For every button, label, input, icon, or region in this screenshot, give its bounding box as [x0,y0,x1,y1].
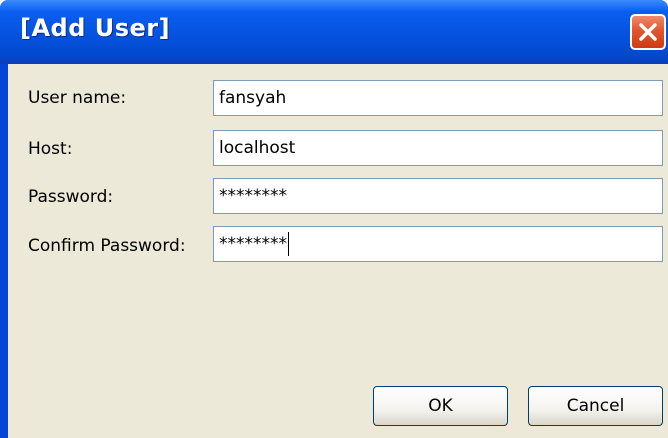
text-caret [288,232,289,256]
confirm-password-field[interactable]: ******** [213,226,663,262]
host-value: localhost [219,138,296,158]
dialog-body: User name: fansyah Host: localhost Passw… [8,64,668,438]
host-field[interactable]: localhost [213,130,663,166]
cancel-button[interactable]: Cancel [528,386,663,426]
user-name-label: User name: [28,88,127,108]
user-name-value: fansyah [219,88,287,108]
close-button[interactable] [630,14,666,50]
user-name-field[interactable]: fansyah [213,80,663,116]
add-user-dialog: [Add User] User name: fansyah Host: loca… [0,0,668,438]
password-value: ******** [219,186,287,206]
title-bar[interactable]: [Add User] [0,0,668,64]
ok-button[interactable]: OK [373,386,508,426]
password-label: Password: [28,187,114,207]
close-icon [639,23,657,41]
window-title: [Add User] [20,14,171,42]
host-label: Host: [28,139,73,159]
confirm-password-value: ******** [219,234,287,254]
password-field[interactable]: ******** [213,178,663,214]
confirm-password-label: Confirm Password: [28,236,186,256]
